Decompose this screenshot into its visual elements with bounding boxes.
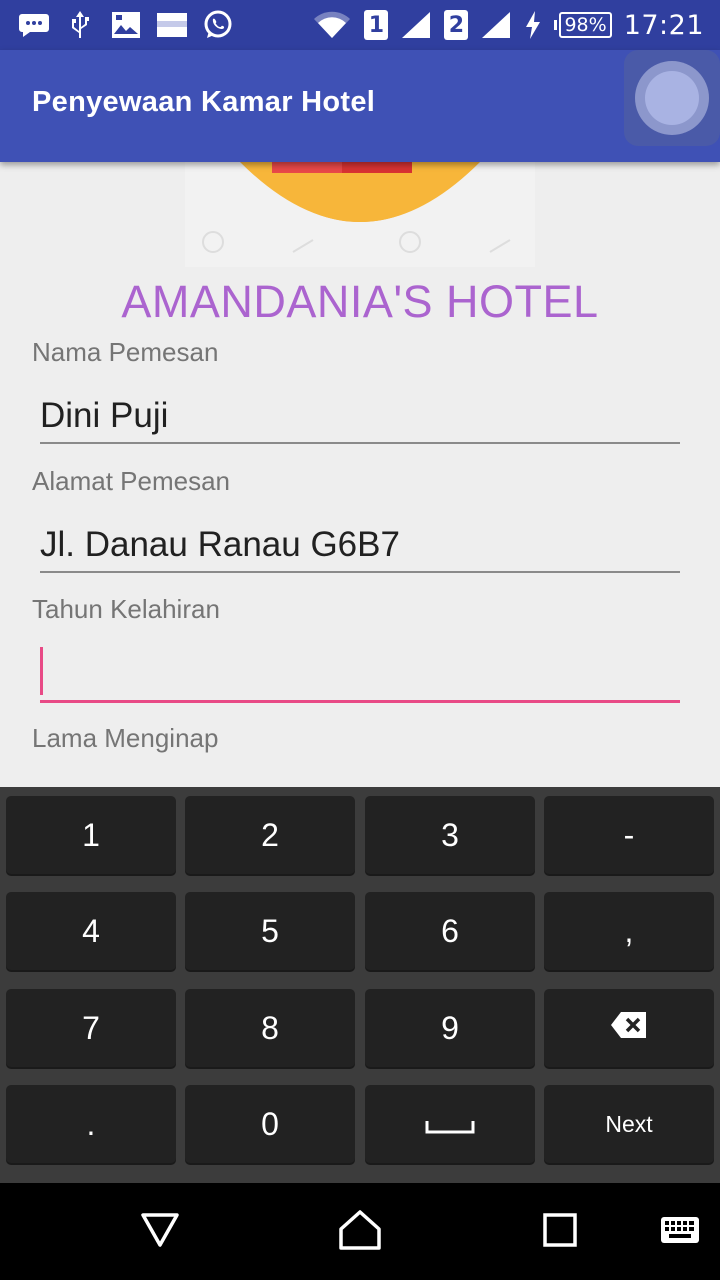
home-button[interactable]: [310, 1183, 410, 1280]
key-7[interactable]: 7: [6, 989, 176, 1067]
key-2[interactable]: 2: [185, 796, 355, 874]
floating-assistant-button[interactable]: [624, 50, 720, 146]
key-period[interactable]: .: [6, 1085, 176, 1163]
key-backspace[interactable]: [544, 989, 714, 1067]
recents-icon: [542, 1212, 578, 1252]
key-next[interactable]: Next: [544, 1085, 714, 1163]
signal-icon: [480, 10, 512, 40]
clock: 17:21: [623, 9, 704, 41]
back-icon: [140, 1212, 180, 1252]
signal-icon: [400, 10, 432, 40]
field-underline: [40, 442, 680, 444]
sim1-badge: 1: [364, 10, 389, 40]
battery-level: 98%: [559, 12, 612, 38]
battery-indicator: 98%: [554, 12, 612, 38]
hotel-name-heading: AMANDANIA'S HOTEL: [121, 276, 599, 327]
app-toolbar: Penyewaan Kamar Hotel: [0, 50, 720, 162]
field-underline: [40, 571, 680, 573]
text-cursor: [40, 647, 43, 695]
usb-icon: [64, 10, 96, 40]
whatsapp-icon: [202, 10, 234, 40]
key-8[interactable]: 8: [185, 989, 355, 1067]
gallery-icon: [156, 10, 188, 40]
space-icon: [425, 1106, 475, 1143]
nama-pemesan-label: Nama Pemesan: [32, 337, 219, 367]
battery-tip: [554, 20, 558, 30]
notification-icons: [18, 8, 234, 42]
bubble-core: [645, 71, 699, 125]
alamat-pemesan-field[interactable]: Jl. Danau Ranau G6B7: [40, 513, 680, 573]
key-4[interactable]: 4: [6, 892, 176, 970]
keyboard-switch-button[interactable]: [630, 1183, 720, 1280]
toolbar-title: Penyewaan Kamar Hotel: [32, 86, 376, 118]
navigation-bar: [0, 1183, 720, 1280]
recents-button[interactable]: [510, 1183, 610, 1280]
nama-pemesan-value: Dini Puji: [40, 396, 169, 435]
nama-pemesan-field[interactable]: Dini Puji: [40, 384, 680, 444]
hotel-logo-image: [185, 162, 535, 267]
tahun-kelahiran-label: Tahun Kelahiran: [32, 594, 220, 624]
bubble-ring: [635, 61, 709, 135]
chat-icon: [18, 10, 50, 40]
alamat-pemesan-value: Jl. Danau Ranau G6B7: [40, 525, 400, 564]
tahun-kelahiran-field[interactable]: [40, 643, 680, 703]
key-5[interactable]: 5: [185, 892, 355, 970]
alamat-pemesan-label: Alamat Pemesan: [32, 466, 230, 496]
key-3[interactable]: 3: [365, 796, 535, 874]
charging-icon: [524, 10, 542, 40]
wifi-icon: [312, 10, 352, 40]
system-icons: 1 2 98% 17:21: [312, 8, 704, 42]
status-bar: 1 2 98% 17:21: [0, 0, 720, 50]
field-underline-focused: [40, 700, 680, 703]
key-9[interactable]: 9: [365, 989, 535, 1067]
key-1[interactable]: 1: [6, 796, 176, 874]
key-space[interactable]: [365, 1085, 535, 1163]
numeric-keyboard: 1 2 3 - 4 5 6 , 7 8 9 . 0 Next: [0, 787, 720, 1183]
key-comma[interactable]: ,: [544, 892, 714, 970]
back-button[interactable]: [110, 1183, 210, 1280]
keyboard-icon: [660, 1216, 700, 1248]
image-icon: [110, 10, 142, 40]
lama-menginap-label: Lama Menginap: [32, 723, 219, 753]
backspace-icon: [610, 1010, 648, 1047]
key-0[interactable]: 0: [185, 1085, 355, 1163]
key-6[interactable]: 6: [365, 892, 535, 970]
sim2-badge: 2: [444, 10, 469, 40]
home-icon: [338, 1209, 382, 1255]
key-dash[interactable]: -: [544, 796, 714, 874]
